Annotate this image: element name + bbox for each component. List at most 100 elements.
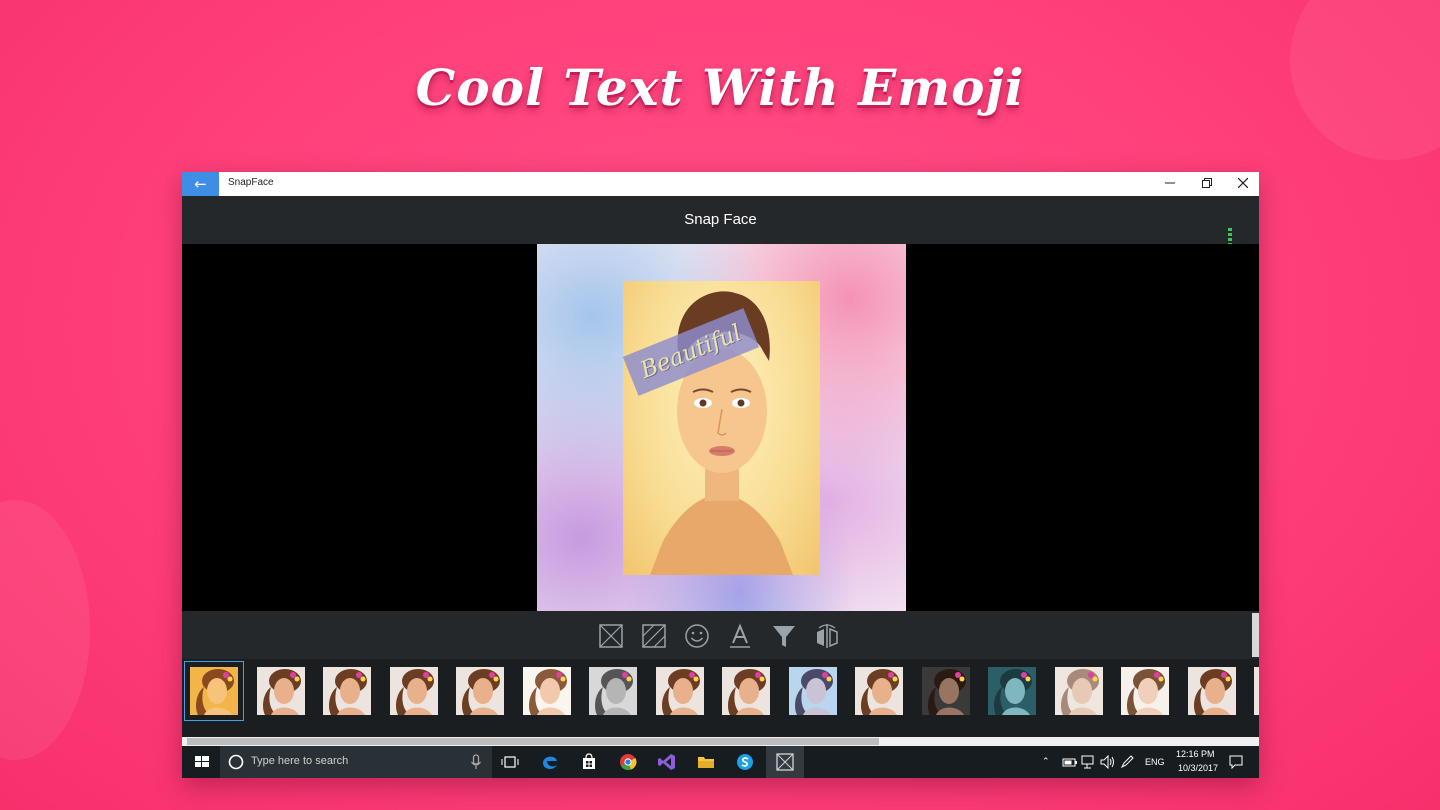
clock-date[interactable]: 10/3/2017 <box>1178 763 1218 773</box>
thumbnail-preview <box>927 669 966 715</box>
window-app-name: SnapFace <box>228 177 274 188</box>
thumbnail-preview <box>462 669 500 715</box>
title-bar: ← SnapFace <box>182 172 1259 196</box>
pattern-icon <box>642 624 666 648</box>
filter-thumbnail-normal[interactable] <box>855 667 903 715</box>
background-splash <box>0 500 90 760</box>
filter-thumbnail-normal[interactable] <box>389 667 438 715</box>
clock-time[interactable]: 12:16 PM <box>1176 749 1215 759</box>
windows-taskbar: Type here to search ⌃ ENG 12:16 PM 10/3/… <box>182 746 1259 778</box>
flip-tool-button[interactable] <box>813 622 841 650</box>
cortana-icon <box>228 754 244 770</box>
text-icon <box>730 623 750 648</box>
filter-thumbnail-bright[interactable] <box>522 667 571 715</box>
thumbnail-preview <box>661 669 700 715</box>
thumbnail-preview <box>196 669 234 715</box>
microphone-icon[interactable] <box>470 754 482 770</box>
start-button[interactable] <box>192 752 212 772</box>
thumbnail-preview <box>595 669 633 715</box>
filter-thumbnail-normal[interactable] <box>655 667 704 715</box>
thumbnail-preview <box>528 669 567 715</box>
thumbnail-preview <box>329 669 367 715</box>
edited-photo[interactable]: Beautiful <box>537 244 906 611</box>
frame-tool-button[interactable] <box>597 622 625 650</box>
flip-icon <box>817 624 838 648</box>
filter-thumbnail-normal[interactable] <box>1187 667 1236 715</box>
filter-thumbnail-normal[interactable] <box>1254 667 1259 715</box>
page-title: Snap Face <box>684 211 757 228</box>
visual-studio-icon <box>658 754 675 770</box>
text-tool-button[interactable] <box>726 622 754 650</box>
filter-thumbnail-normal[interactable] <box>256 667 305 715</box>
skype-button[interactable] <box>735 752 755 772</box>
filter-thumbnail-warm[interactable] <box>184 661 244 721</box>
notification-center-icon[interactable] <box>1229 755 1243 769</box>
frame-icon <box>599 624 623 648</box>
filter-tool-button[interactable] <box>770 622 798 650</box>
editor-canvas: Beautiful <box>182 244 1259 611</box>
panel-scrollbar[interactable] <box>1252 613 1259 657</box>
arrow-left-icon: ← <box>194 175 207 193</box>
thumbnail-preview <box>994 669 1032 715</box>
emoji-tool-button[interactable] <box>683 622 711 650</box>
thumbnail-preview <box>1193 669 1232 715</box>
battery-icon[interactable] <box>1062 756 1078 768</box>
filter-thumbnail-mono[interactable] <box>589 667 637 715</box>
edit-toolbar <box>182 611 1259 659</box>
chrome-button[interactable] <box>618 752 638 772</box>
thumbnail-preview <box>728 669 766 715</box>
visual-studio-button[interactable] <box>657 752 677 772</box>
chrome-icon <box>620 754 637 771</box>
volume-icon[interactable] <box>1100 755 1116 769</box>
emoji-icon <box>685 624 709 648</box>
thumbnail-preview <box>1060 669 1099 715</box>
filter-icon <box>773 626 795 647</box>
filter-thumbnail-dark[interactable] <box>921 667 970 715</box>
thumbnail-scrollbar[interactable] <box>182 737 1259 746</box>
filter-thumbnail-light[interactable] <box>1121 667 1169 715</box>
filter-thumbnail-normal[interactable] <box>323 667 371 715</box>
edge-browser-button[interactable] <box>540 752 560 772</box>
filter-thumbnail-sketch[interactable] <box>1054 667 1103 715</box>
app-bar: Snap Face <box>182 196 1259 258</box>
app-window: ← SnapFace Snap Face Beautiful Type here… <box>182 172 1259 778</box>
taskbar-search[interactable]: Type here to search <box>220 746 492 778</box>
filter-thumbnail-normal[interactable] <box>722 667 770 715</box>
back-button[interactable]: ← <box>182 172 219 196</box>
thumbnail-preview <box>262 669 301 715</box>
close-button[interactable] <box>1225 172 1259 196</box>
promo-headline: Cool Text With Emoji <box>415 58 1025 117</box>
filter-thumbnail-cool[interactable] <box>788 667 837 715</box>
thumbnail-preview <box>794 669 833 715</box>
minimize-icon <box>1165 182 1175 184</box>
tray-chevron-up-icon[interactable]: ⌃ <box>1042 756 1050 767</box>
language-indicator[interactable]: ENG <box>1145 757 1165 767</box>
thumbnail-preview <box>395 669 434 715</box>
filter-thumbnail-strip <box>182 659 1259 737</box>
restore-icon <box>1202 178 1212 188</box>
thumbnail-scrollbar-thumb[interactable] <box>187 738 879 745</box>
pattern-tool-button[interactable] <box>640 622 668 650</box>
pen-icon[interactable] <box>1120 755 1134 769</box>
windows-logo-icon <box>195 756 209 767</box>
store-bag-icon <box>583 753 595 769</box>
close-icon <box>1237 177 1249 189</box>
task-view-button[interactable] <box>500 752 520 772</box>
snapface-taskbar-button[interactable] <box>766 746 804 778</box>
skype-icon <box>737 754 753 770</box>
store-button[interactable] <box>579 752 599 772</box>
file-explorer-button[interactable] <box>696 752 716 772</box>
task-view-icon <box>501 756 519 768</box>
thumbnail-preview <box>861 669 899 715</box>
thumbnail-preview <box>1254 667 1259 715</box>
filter-thumbnail-normal[interactable] <box>456 667 504 715</box>
edge-icon <box>543 756 557 769</box>
filter-thumbnail-teal[interactable] <box>988 667 1036 715</box>
restore-button[interactable] <box>1189 172 1225 196</box>
portrait-image: Beautiful <box>623 281 820 575</box>
minimize-button[interactable] <box>1152 172 1188 196</box>
search-placeholder: Type here to search <box>251 755 349 767</box>
thumbnail-preview <box>1127 669 1165 715</box>
network-icon[interactable] <box>1081 755 1097 769</box>
snapface-app-icon <box>776 753 794 771</box>
